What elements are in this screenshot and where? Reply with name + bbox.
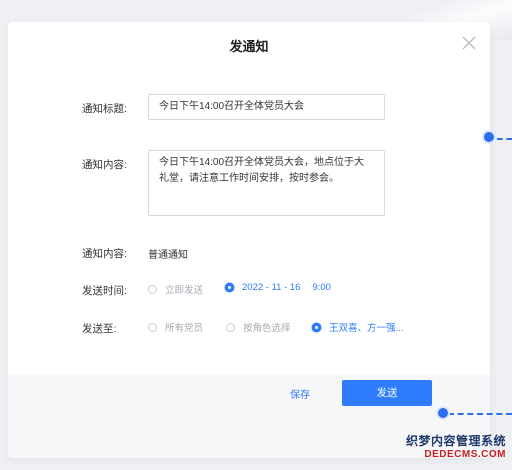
all-members-label: 所有党员 xyxy=(165,323,204,334)
watermark-cn: 织梦内容管理系统 xyxy=(405,434,506,448)
radio-circle-icon xyxy=(148,284,157,294)
by-role-radio[interactable]: 按角色选择 xyxy=(226,320,291,334)
send-button[interactable]: 发送 xyxy=(342,380,432,406)
send-to-label: 发送至: xyxy=(82,323,117,335)
content-textarea[interactable]: 今日下午14:00召开全体党员大会，地点位于大礼堂，请注意工作时间安排，按时参会… xyxy=(148,150,385,216)
background-text-fragment xyxy=(14,464,94,470)
connector-node xyxy=(482,130,496,144)
radio-checked-icon xyxy=(312,322,321,332)
title-label: 通知标题: xyxy=(82,103,127,115)
connector-line xyxy=(497,138,512,140)
radio-circle-icon xyxy=(226,322,235,332)
send-time-label: 发送时间: xyxy=(82,285,127,297)
by-role-label: 按角色选择 xyxy=(243,323,291,334)
all-members-radio[interactable]: 所有党员 xyxy=(148,320,203,334)
content-label: 通知内容: xyxy=(82,159,127,171)
send-immediately-radio[interactable]: 立即发送 xyxy=(148,282,203,296)
dialog-title: 发通知 xyxy=(229,39,269,54)
specific-members-radio[interactable]: 王双喜、方一强... xyxy=(312,320,403,334)
send-immediately-label: 立即发送 xyxy=(165,285,204,296)
close-icon[interactable] xyxy=(462,36,476,50)
radio-circle-icon xyxy=(148,322,157,332)
specific-members-label: 王双喜、方一强... xyxy=(329,323,404,334)
connector-node xyxy=(436,406,450,420)
save-button[interactable]: 保存 xyxy=(276,386,324,406)
type-label: 通知内容: xyxy=(82,248,127,260)
scheduled-time[interactable]: 9:00 xyxy=(312,282,331,293)
radio-checked-icon xyxy=(225,283,234,292)
connector-line xyxy=(448,413,512,415)
watermark-en: DEDECMS.COM xyxy=(424,449,506,460)
title-input[interactable]: 今日下午14:00召开全体党员大会 xyxy=(148,94,385,120)
scheduled-date[interactable]: 2022 - 11 - 16 xyxy=(242,282,300,293)
watermark-logo: 织梦内容管理系统 DEDECMS.COM xyxy=(406,432,506,460)
send-scheduled-radio[interactable]: 2022 - 11 - 16 9:00 xyxy=(225,282,331,293)
type-value: 普通通知 xyxy=(148,250,188,261)
